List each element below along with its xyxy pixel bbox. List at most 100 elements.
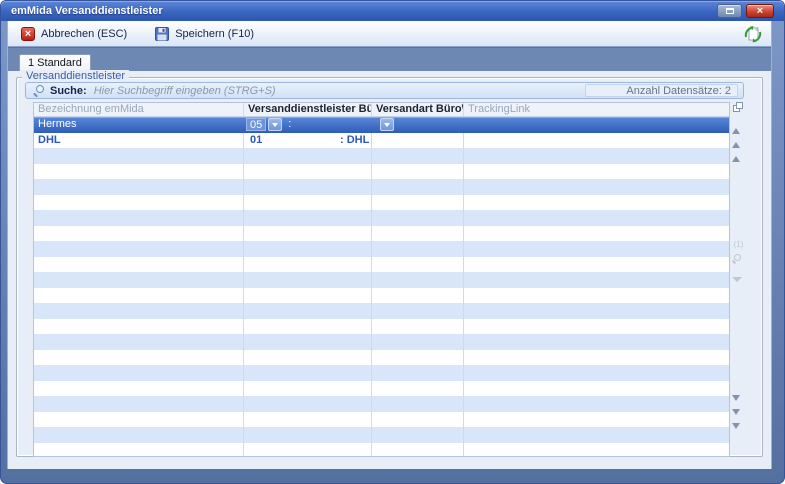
table-cell xyxy=(372,350,464,366)
table-cell xyxy=(464,210,729,226)
table-cell xyxy=(372,365,464,381)
table-cell xyxy=(464,179,729,195)
toolbar: × Abbrechen (ESC) Speichern (F10) xyxy=(8,21,771,47)
table-row[interactable] xyxy=(34,241,729,257)
table-row[interactable]: DHL01: DHL xyxy=(34,133,729,149)
column-header[interactable]: TrackingLink xyxy=(464,103,731,116)
table-row[interactable]: Hermes05: xyxy=(34,117,729,133)
table-row[interactable] xyxy=(34,412,729,428)
table-cell xyxy=(464,412,729,428)
table-cell xyxy=(464,303,729,319)
table-row[interactable] xyxy=(34,365,729,381)
table-cell xyxy=(244,179,372,195)
table-row[interactable] xyxy=(34,319,729,335)
table-cell xyxy=(34,195,244,211)
carriers-table: Bezeichnung emMidaVersanddienstleister B… xyxy=(33,102,730,457)
table-row[interactable] xyxy=(34,381,729,397)
table-cell xyxy=(244,396,372,412)
table-row[interactable] xyxy=(34,210,729,226)
table-cell xyxy=(244,381,372,397)
save-button[interactable]: Speichern (F10) xyxy=(152,25,257,43)
table-cell xyxy=(244,164,372,180)
table-row[interactable] xyxy=(34,195,729,211)
table-row[interactable] xyxy=(34,427,729,443)
table-cell xyxy=(464,350,729,366)
table-row[interactable] xyxy=(34,443,729,457)
table-cell xyxy=(372,117,464,133)
save-button-label: Speichern (F10) xyxy=(175,28,254,40)
table-row[interactable] xyxy=(34,148,729,164)
refresh-button[interactable] xyxy=(743,24,763,44)
close-button[interactable]: × xyxy=(746,4,774,18)
shipping-type-dropdown[interactable] xyxy=(380,118,394,131)
table-row[interactable] xyxy=(34,226,729,242)
table-cell xyxy=(464,288,729,304)
table-cell xyxy=(464,443,729,457)
table-cell xyxy=(34,241,244,257)
table-cell xyxy=(372,164,464,180)
zoom-search-icon[interactable] xyxy=(732,254,745,265)
table-cell xyxy=(464,148,729,164)
record-count-badge: Anzahl Datensätze: 2 xyxy=(585,84,738,97)
table-cell xyxy=(372,179,464,195)
table-cell xyxy=(464,334,729,350)
table-cell xyxy=(372,412,464,428)
scroll-bottom-icon[interactable] xyxy=(732,429,745,440)
window-controls: × xyxy=(717,4,774,18)
table-cell xyxy=(34,334,244,350)
table-row[interactable] xyxy=(34,334,729,350)
cancel-button[interactable]: × Abbrechen (ESC) xyxy=(18,25,130,43)
table-cell xyxy=(244,303,372,319)
step-up-icon[interactable] xyxy=(732,144,745,155)
jump-up-icon[interactable] xyxy=(732,130,745,141)
table-cell xyxy=(34,443,244,457)
table-cell xyxy=(372,257,464,273)
table-cell xyxy=(464,272,729,288)
filter-icon[interactable] xyxy=(732,282,745,293)
search-placeholder: Hier Suchbegriff eingeben (STRG+S) xyxy=(94,85,276,97)
table-row[interactable] xyxy=(34,350,729,366)
table-row[interactable] xyxy=(34,164,729,180)
table-row[interactable] xyxy=(34,396,729,412)
carrier-code-dropdown[interactable] xyxy=(268,118,282,131)
scroll-top-icon[interactable] xyxy=(732,116,745,127)
table-cell xyxy=(34,396,244,412)
carrier-code-field[interactable]: 05 xyxy=(246,118,266,131)
copy-row-icon[interactable] xyxy=(732,102,745,113)
table-cell xyxy=(372,443,464,457)
table-cell: Hermes xyxy=(34,117,244,133)
table-cell xyxy=(34,427,244,443)
table-cell xyxy=(244,272,372,288)
column-header[interactable]: Versanddienstleister BüroWARE xyxy=(244,103,372,116)
table-row[interactable] xyxy=(34,257,729,273)
search-icon xyxy=(33,85,44,96)
count-icon[interactable]: (1) xyxy=(732,240,745,251)
maximize-icon xyxy=(726,8,734,14)
table-cell xyxy=(464,226,729,242)
table-cell xyxy=(34,288,244,304)
table-cell xyxy=(372,303,464,319)
table-body: Hermes05:DHL01: DHL xyxy=(34,117,729,456)
tab-standard[interactable]: 1 Standard xyxy=(19,54,91,71)
table-cell xyxy=(34,226,244,242)
table-row[interactable] xyxy=(34,179,729,195)
table-row[interactable] xyxy=(34,288,729,304)
maximize-button[interactable] xyxy=(717,4,742,18)
table-cell xyxy=(244,226,372,242)
table-side-toolbar: (1) xyxy=(731,102,746,457)
column-header[interactable]: Bezeichnung emMida xyxy=(34,103,244,116)
table-cell xyxy=(244,195,372,211)
column-header[interactable]: Versandart BüroWARE xyxy=(372,103,464,116)
table-cell xyxy=(464,117,729,133)
table-cell xyxy=(244,365,372,381)
table-cell xyxy=(372,288,464,304)
search-input[interactable]: Suche: Hier Suchbegriff eingeben (STRG+S… xyxy=(25,82,744,99)
table-row[interactable] xyxy=(34,303,729,319)
carrier-code-field[interactable]: 01 xyxy=(250,133,340,148)
table-cell xyxy=(464,365,729,381)
table-cell: 05: xyxy=(244,117,372,133)
table-cell xyxy=(34,303,244,319)
side-toolbar-top xyxy=(731,102,746,158)
table-cell xyxy=(34,164,244,180)
table-row[interactable] xyxy=(34,272,729,288)
